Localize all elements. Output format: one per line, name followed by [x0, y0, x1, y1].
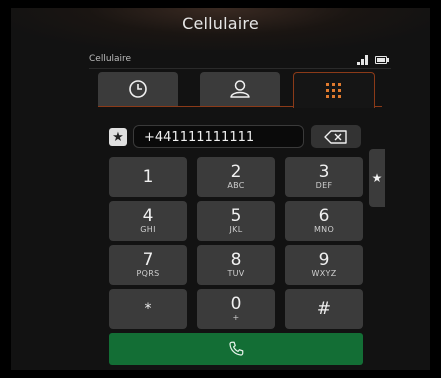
key-1[interactable]: 1: [109, 157, 187, 197]
backspace-button[interactable]: [311, 125, 361, 148]
key-0[interactable]: 0 +: [197, 289, 275, 329]
key-9[interactable]: 9 WXYZ: [285, 245, 363, 285]
tab-keypad[interactable]: [293, 72, 375, 108]
backspace-icon: [324, 129, 347, 144]
battery-icon: [375, 56, 389, 64]
key-3[interactable]: 3 DEF: [285, 157, 363, 197]
carrier-label: Cellulaire: [89, 54, 132, 64]
signal-strength-icon: [357, 55, 369, 65]
star-icon: ★: [371, 171, 383, 185]
key-8[interactable]: 8 TUV: [197, 245, 275, 285]
phone-app-window: Cellulaire Cellulaire ★ +441111111111 1 …: [11, 8, 430, 370]
status-bar: Cellulaire: [89, 52, 391, 69]
favorites-side-tab[interactable]: ★: [369, 149, 385, 207]
key-6[interactable]: 6 MNO: [285, 201, 363, 241]
tab-contacts[interactable]: [200, 72, 280, 106]
star-icon: ★: [112, 129, 124, 145]
clock-icon: [129, 80, 147, 98]
key-4[interactable]: 4 GHI: [109, 201, 187, 241]
person-icon: [230, 80, 250, 98]
app-title: Cellulaire: [182, 14, 259, 33]
call-button[interactable]: [109, 333, 363, 365]
key-5[interactable]: 5 JKL: [197, 201, 275, 241]
key-star[interactable]: *: [109, 289, 187, 329]
phone-number-field[interactable]: +441111111111: [133, 125, 304, 148]
favorite-star-button[interactable]: ★: [109, 128, 127, 146]
key-hash[interactable]: #: [285, 289, 363, 329]
tab-bar: [98, 72, 382, 114]
number-entry-row: ★ +441111111111: [109, 125, 375, 151]
key-7[interactable]: 7 PQRS: [109, 245, 187, 285]
key-2[interactable]: 2 ABC: [197, 157, 275, 197]
tab-recents[interactable]: [98, 72, 178, 106]
keypad-grid-icon: [326, 82, 341, 98]
phone-handset-icon: [229, 341, 244, 356]
